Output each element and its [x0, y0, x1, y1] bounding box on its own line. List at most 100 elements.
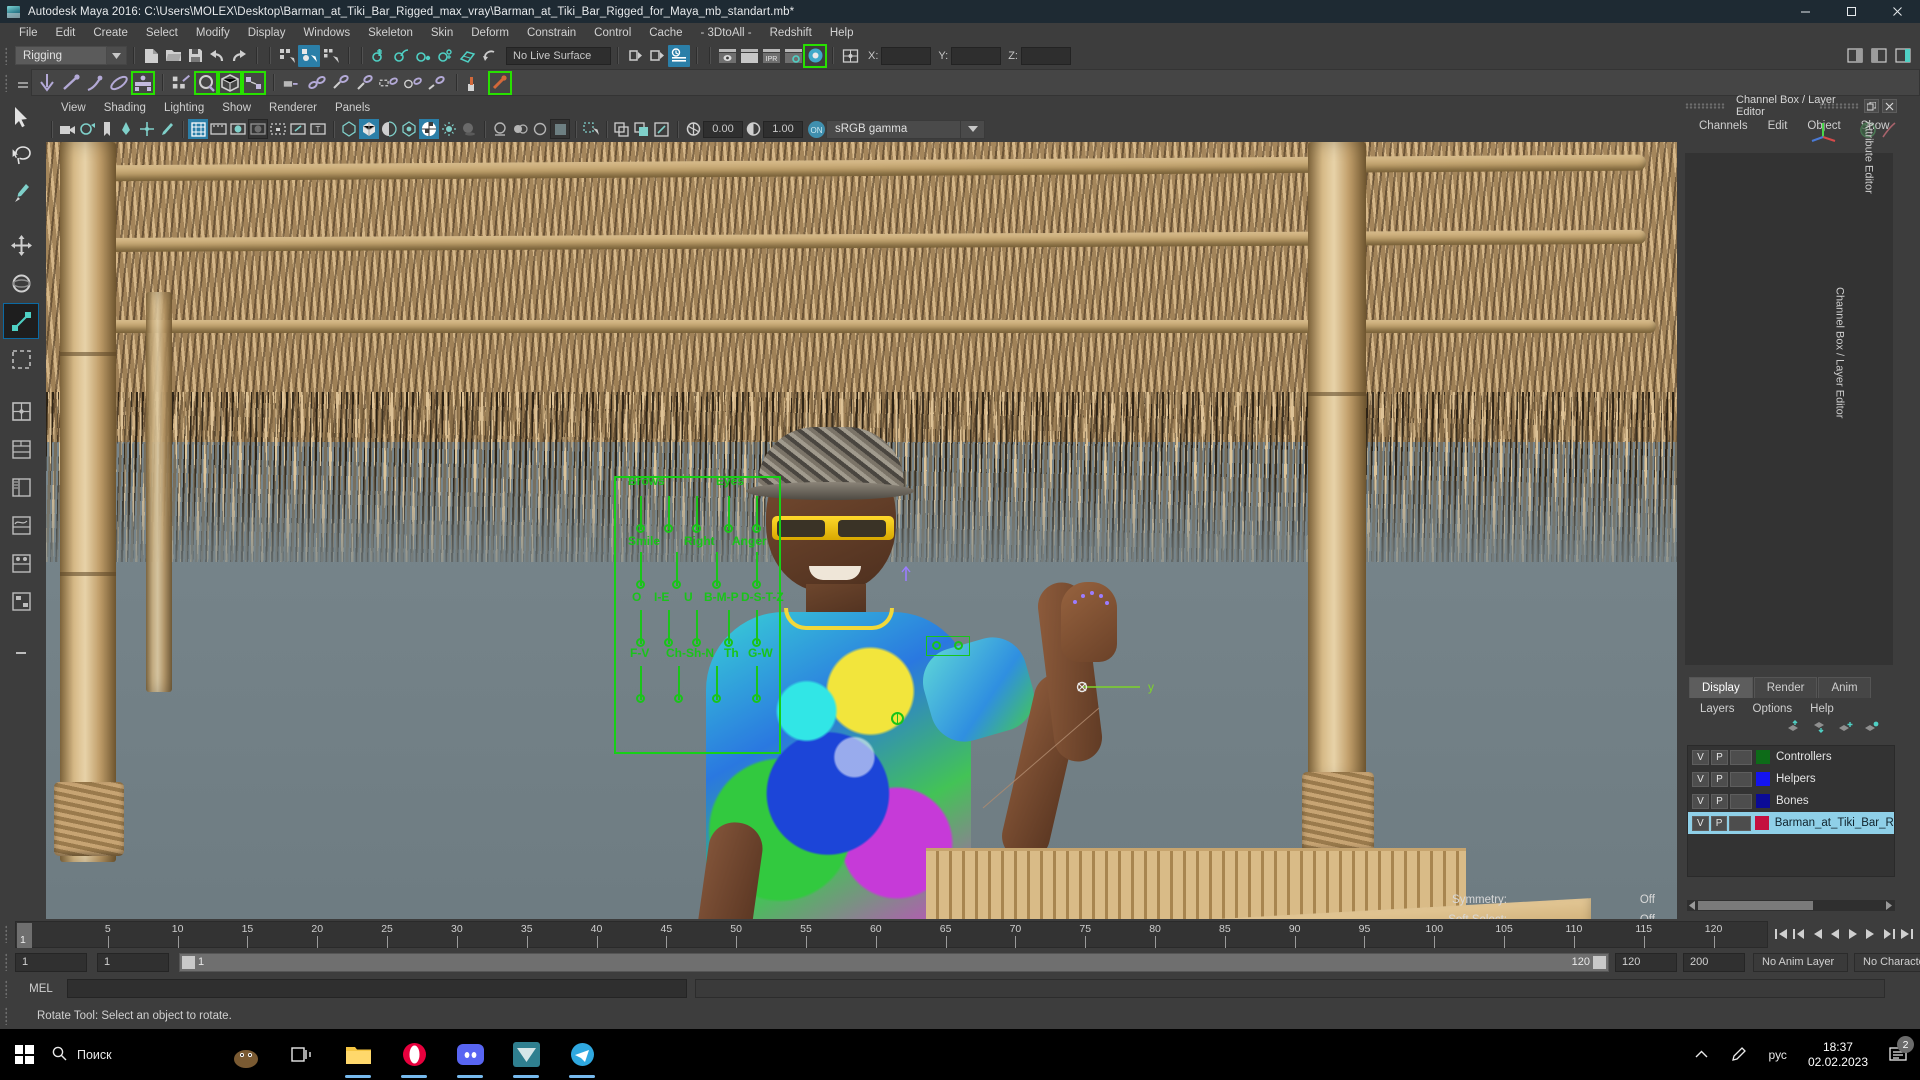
play-backwards-icon[interactable] [1826, 922, 1844, 946]
render-settings-icon[interactable] [782, 45, 804, 67]
safe-title-icon[interactable]: T [308, 119, 328, 139]
search-input[interactable]: Поиск [48, 1029, 218, 1080]
time-slider-grip[interactable] [3, 923, 12, 945]
mel-result-field[interactable] [695, 979, 1885, 998]
redo-icon[interactable] [228, 45, 250, 67]
shadows-icon[interactable] [459, 119, 479, 139]
show-hidden-icons-icon[interactable] [1684, 1050, 1719, 1059]
file-explorer-icon[interactable] [330, 1029, 386, 1080]
layer-playback-toggle[interactable]: P [1711, 794, 1728, 809]
select-object-icon[interactable] [298, 45, 320, 67]
layer-reference-toggle[interactable] [1730, 772, 1752, 787]
show-attribute-editor-icon[interactable] [1844, 45, 1866, 67]
menu-edit[interactable]: Edit [47, 23, 85, 43]
scroll-right-arrow[interactable] [1884, 897, 1893, 915]
parent-constraint-icon[interactable] [282, 72, 304, 94]
snap-curve-icon[interactable] [390, 45, 412, 67]
cluster-icon[interactable] [243, 72, 265, 94]
select-component-icon[interactable] [320, 45, 342, 67]
range-slider-grip[interactable] [3, 951, 12, 973]
last-tool-used[interactable] [3, 341, 39, 377]
point-constraint-icon[interactable] [306, 72, 328, 94]
select-camera-icon[interactable] [57, 119, 77, 139]
viewport-menu-view[interactable]: View [52, 102, 95, 114]
move-tool[interactable] [3, 227, 39, 263]
output-connections-icon[interactable] [646, 45, 668, 67]
layer-menu-layers[interactable]: Layers [1691, 703, 1744, 715]
go-to-end-icon[interactable] [1898, 922, 1916, 946]
snap-projected-center-icon[interactable] [434, 45, 456, 67]
ambient-occlusion-icon[interactable] [490, 119, 510, 139]
layer-color-chip[interactable] [1755, 816, 1769, 830]
snap-view-plane-icon[interactable] [456, 45, 478, 67]
scale-tool[interactable] [3, 303, 39, 339]
menu-set-selector[interactable]: Rigging [15, 46, 107, 65]
field-chart-icon[interactable] [268, 119, 288, 139]
layer-color-chip[interactable] [1756, 750, 1770, 764]
menu-deform[interactable]: Deform [462, 23, 518, 43]
shelf-tab-handle[interactable] [15, 72, 31, 94]
new-layer-icon[interactable] [1837, 720, 1853, 738]
command-line-grip[interactable] [3, 978, 12, 1000]
more-layouts-icon[interactable] [3, 635, 39, 671]
channel-box-menu-edit[interactable]: Edit [1758, 120, 1798, 132]
exposure-value-field[interactable]: 0.00 [703, 121, 743, 138]
isolate-select-icon[interactable] [581, 119, 601, 139]
gamma-icon[interactable] [743, 119, 763, 139]
resolution-gate-icon[interactable] [228, 119, 248, 139]
menu-redshift[interactable]: Redshift [761, 23, 821, 43]
viewport-menu-panels[interactable]: Panels [326, 102, 379, 114]
rotate-tool[interactable] [3, 265, 39, 301]
paint-select-tool[interactable] [3, 175, 39, 211]
anim-layer-selector[interactable]: No Anim Layer [1753, 953, 1848, 972]
viewport-menu-show[interactable]: Show [213, 102, 260, 114]
menu-create[interactable]: Create [84, 23, 137, 43]
bind-skin-icon[interactable] [132, 72, 154, 94]
range-start-field[interactable]: 1 [97, 953, 169, 972]
maximize-button[interactable] [1828, 0, 1874, 23]
motion-blur-icon[interactable] [510, 119, 530, 139]
panel-undock-button[interactable] [1864, 99, 1879, 113]
menu-set-dropdown-arrow[interactable] [107, 46, 127, 65]
color-management-dropdown-arrow[interactable] [961, 120, 985, 139]
live-surface-field[interactable]: No Live Surface [506, 47, 611, 65]
table-row[interactable]: V P Helpers [1688, 768, 1894, 790]
move-layer-down-icon[interactable] [1811, 720, 1827, 738]
aim-constraint-icon[interactable] [378, 72, 400, 94]
xray-active-components-icon[interactable] [652, 119, 672, 139]
shelf-grip[interactable] [3, 72, 12, 94]
layer-playback-toggle[interactable]: P [1711, 772, 1728, 787]
side-tab-attribute-editor[interactable]: Attribute Editor [1862, 121, 1874, 194]
persp-outliner-layout[interactable] [3, 469, 39, 505]
panel-close-button[interactable] [1882, 99, 1897, 113]
viewport-menu-shading[interactable]: Shading [95, 102, 155, 114]
pinned-app-icon[interactable] [218, 1029, 274, 1080]
layer-reference-toggle[interactable] [1730, 750, 1752, 765]
layer-visibility-toggle[interactable]: V [1692, 750, 1709, 765]
blend-shape-icon[interactable] [465, 72, 487, 94]
2d-pan-zoom-icon[interactable] [137, 119, 157, 139]
viewport-menu-lighting[interactable]: Lighting [155, 102, 213, 114]
menu-file[interactable]: File [10, 23, 47, 43]
select-hierarchy-icon[interactable] [276, 45, 298, 67]
menu-constrain[interactable]: Constrain [518, 23, 585, 43]
channel-box-menu-channels[interactable]: Channels [1689, 120, 1758, 132]
go-to-start-icon[interactable] [1772, 922, 1790, 946]
smooth-shade-selected-icon[interactable] [379, 119, 399, 139]
film-gate-icon[interactable] [208, 119, 228, 139]
texture-toggle-icon[interactable] [419, 119, 439, 139]
range-slider-bar-control[interactable]: 1 120 [179, 953, 1609, 972]
use-default-light-icon[interactable] [439, 119, 459, 139]
orient-constraint-icon[interactable] [330, 72, 352, 94]
clock[interactable]: 18:37 02.02.2023 [1798, 1040, 1878, 1070]
animation-end-field[interactable]: 200 [1683, 953, 1745, 972]
coord-x-field[interactable] [881, 47, 931, 65]
xray-joints-icon[interactable] [632, 119, 652, 139]
menu-display[interactable]: Display [239, 23, 295, 43]
insert-joint-icon[interactable] [108, 72, 130, 94]
xray-icon[interactable] [612, 119, 632, 139]
step-forward-frame-icon[interactable] [1862, 922, 1880, 946]
layer-name[interactable]: Bones [1776, 795, 1809, 807]
grid-toggle-icon[interactable] [188, 119, 208, 139]
scroll-left-arrow[interactable] [1688, 897, 1697, 915]
